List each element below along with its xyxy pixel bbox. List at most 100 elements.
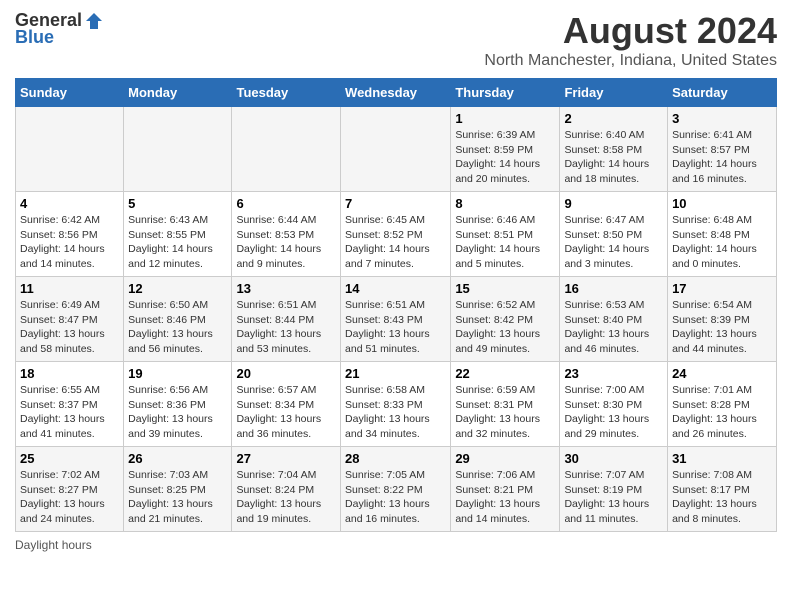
calendar-cell: [16, 107, 124, 192]
calendar-week-row: 11 Sunrise: 6:49 AM Sunset: 8:47 PM Dayli…: [16, 277, 777, 362]
day-number: 3: [672, 111, 772, 126]
cell-content: Sunrise: 7:01 AM Sunset: 8:28 PM Dayligh…: [672, 383, 772, 442]
calendar-cell: 14 Sunrise: 6:51 AM Sunset: 8:43 PM Dayli…: [341, 277, 451, 362]
subtitle: North Manchester, Indiana, United States: [484, 52, 777, 70]
footer-note: Daylight hours: [15, 538, 777, 552]
day-number: 12: [128, 281, 227, 296]
calendar-cell: 23 Sunrise: 7:00 AM Sunset: 8:30 PM Dayli…: [560, 362, 668, 447]
day-number: 21: [345, 366, 446, 381]
calendar-header: SundayMondayTuesdayWednesdayThursdayFrid…: [16, 79, 777, 107]
cell-content: Sunrise: 6:40 AM Sunset: 8:58 PM Dayligh…: [564, 128, 663, 187]
cell-content: Sunrise: 6:51 AM Sunset: 8:43 PM Dayligh…: [345, 298, 446, 357]
day-number: 10: [672, 196, 772, 211]
cell-content: Sunrise: 6:45 AM Sunset: 8:52 PM Dayligh…: [345, 213, 446, 272]
calendar-cell: 11 Sunrise: 6:49 AM Sunset: 8:47 PM Dayli…: [16, 277, 124, 362]
day-number: 4: [20, 196, 119, 211]
calendar-cell: 6 Sunrise: 6:44 AM Sunset: 8:53 PM Daylig…: [232, 192, 341, 277]
calendar-week-row: 25 Sunrise: 7:02 AM Sunset: 8:27 PM Dayli…: [16, 447, 777, 532]
day-number: 11: [20, 281, 119, 296]
calendar-cell: 2 Sunrise: 6:40 AM Sunset: 8:58 PM Daylig…: [560, 107, 668, 192]
cell-content: Sunrise: 6:54 AM Sunset: 8:39 PM Dayligh…: [672, 298, 772, 357]
day-number: 5: [128, 196, 227, 211]
logo-icon: [84, 11, 104, 31]
calendar-cell: 5Sunrise: 6:43 AM Sunset: 8:55 PM Daylig…: [124, 192, 232, 277]
day-number: 18: [20, 366, 119, 381]
cell-content: Sunrise: 7:07 AM Sunset: 8:19 PM Dayligh…: [564, 468, 663, 527]
day-number: 22: [455, 366, 555, 381]
calendar-cell: 28 Sunrise: 7:05 AM Sunset: 8:22 PM Dayli…: [341, 447, 451, 532]
cell-content: Sunrise: 6:53 AM Sunset: 8:40 PM Dayligh…: [564, 298, 663, 357]
cell-content: Sunrise: 6:42 AM Sunset: 8:56 PM Dayligh…: [20, 213, 119, 272]
day-number: 27: [236, 451, 336, 466]
calendar-cell: 18 Sunrise: 6:55 AM Sunset: 8:37 PM Dayli…: [16, 362, 124, 447]
calendar-table: SundayMondayTuesdayWednesdayThursdayFrid…: [15, 78, 777, 532]
calendar-cell: 13Sunrise: 6:51 AM Sunset: 8:44 PM Dayli…: [232, 277, 341, 362]
day-header-monday: Monday: [124, 79, 232, 107]
cell-content: Sunrise: 6:47 AM Sunset: 8:50 PM Dayligh…: [564, 213, 663, 272]
title-area: August 2024 North Manchester, Indiana, U…: [484, 10, 777, 70]
day-number: 2: [564, 111, 663, 126]
calendar-cell: 31 Sunrise: 7:08 AM Sunset: 8:17 PM Dayli…: [668, 447, 777, 532]
calendar-cell: 10Sunrise: 6:48 AM Sunset: 8:48 PM Dayli…: [668, 192, 777, 277]
calendar-cell: 26Sunrise: 7:03 AM Sunset: 8:25 PM Dayli…: [124, 447, 232, 532]
calendar-week-row: 4 Sunrise: 6:42 AM Sunset: 8:56 PM Daylig…: [16, 192, 777, 277]
cell-content: Sunrise: 7:06 AM Sunset: 8:21 PM Dayligh…: [455, 468, 555, 527]
calendar-cell: 1Sunrise: 6:39 AM Sunset: 8:59 PM Daylig…: [451, 107, 560, 192]
cell-content: Sunrise: 7:00 AM Sunset: 8:30 PM Dayligh…: [564, 383, 663, 442]
day-number: 23: [564, 366, 663, 381]
cell-content: Sunrise: 6:59 AM Sunset: 8:31 PM Dayligh…: [455, 383, 555, 442]
cell-content: Sunrise: 6:39 AM Sunset: 8:59 PM Dayligh…: [455, 128, 555, 187]
calendar-cell: 15Sunrise: 6:52 AM Sunset: 8:42 PM Dayli…: [451, 277, 560, 362]
cell-content: Sunrise: 6:56 AM Sunset: 8:36 PM Dayligh…: [128, 383, 227, 442]
day-number: 6: [236, 196, 336, 211]
calendar-week-row: 18 Sunrise: 6:55 AM Sunset: 8:37 PM Dayli…: [16, 362, 777, 447]
day-number: 20: [236, 366, 336, 381]
calendar-body: 1Sunrise: 6:39 AM Sunset: 8:59 PM Daylig…: [16, 107, 777, 532]
calendar-cell: 4 Sunrise: 6:42 AM Sunset: 8:56 PM Daylig…: [16, 192, 124, 277]
calendar-cell: 22 Sunrise: 6:59 AM Sunset: 8:31 PM Dayli…: [451, 362, 560, 447]
calendar-cell: [341, 107, 451, 192]
logo: General Blue: [15, 10, 104, 48]
day-number: 28: [345, 451, 446, 466]
calendar-week-row: 1Sunrise: 6:39 AM Sunset: 8:59 PM Daylig…: [16, 107, 777, 192]
cell-content: Sunrise: 7:04 AM Sunset: 8:24 PM Dayligh…: [236, 468, 336, 527]
day-number: 24: [672, 366, 772, 381]
day-header-wednesday: Wednesday: [341, 79, 451, 107]
calendar-cell: 20 Sunrise: 6:57 AM Sunset: 8:34 PM Dayli…: [232, 362, 341, 447]
cell-content: Sunrise: 6:50 AM Sunset: 8:46 PM Dayligh…: [128, 298, 227, 357]
day-number: 29: [455, 451, 555, 466]
cell-content: Sunrise: 7:03 AM Sunset: 8:25 PM Dayligh…: [128, 468, 227, 527]
day-number: 31: [672, 451, 772, 466]
calendar-cell: 30Sunrise: 7:07 AM Sunset: 8:19 PM Dayli…: [560, 447, 668, 532]
daylight-hours-label: Daylight hours: [15, 538, 92, 552]
day-header-sunday: Sunday: [16, 79, 124, 107]
header: General Blue August 2024 North Mancheste…: [15, 10, 777, 70]
day-number: 8: [455, 196, 555, 211]
day-header-tuesday: Tuesday: [232, 79, 341, 107]
calendar-cell: 19Sunrise: 6:56 AM Sunset: 8:36 PM Dayli…: [124, 362, 232, 447]
day-number: 9: [564, 196, 663, 211]
calendar-cell: 8Sunrise: 6:46 AM Sunset: 8:51 PM Daylig…: [451, 192, 560, 277]
logo-blue-text: Blue: [15, 27, 54, 48]
day-number: 25: [20, 451, 119, 466]
calendar-cell: 27 Sunrise: 7:04 AM Sunset: 8:24 PM Dayli…: [232, 447, 341, 532]
day-number: 14: [345, 281, 446, 296]
cell-content: Sunrise: 6:41 AM Sunset: 8:57 PM Dayligh…: [672, 128, 772, 187]
day-number: 15: [455, 281, 555, 296]
cell-content: Sunrise: 6:55 AM Sunset: 8:37 PM Dayligh…: [20, 383, 119, 442]
cell-content: Sunrise: 7:02 AM Sunset: 8:27 PM Dayligh…: [20, 468, 119, 527]
cell-content: Sunrise: 7:05 AM Sunset: 8:22 PM Dayligh…: [345, 468, 446, 527]
day-header-thursday: Thursday: [451, 79, 560, 107]
calendar-cell: [124, 107, 232, 192]
cell-content: Sunrise: 6:57 AM Sunset: 8:34 PM Dayligh…: [236, 383, 336, 442]
cell-content: Sunrise: 6:49 AM Sunset: 8:47 PM Dayligh…: [20, 298, 119, 357]
day-header-saturday: Saturday: [668, 79, 777, 107]
calendar-cell: 12 Sunrise: 6:50 AM Sunset: 8:46 PM Dayli…: [124, 277, 232, 362]
days-header-row: SundayMondayTuesdayWednesdayThursdayFrid…: [16, 79, 777, 107]
calendar-cell: 16Sunrise: 6:53 AM Sunset: 8:40 PM Dayli…: [560, 277, 668, 362]
calendar-cell: 9 Sunrise: 6:47 AM Sunset: 8:50 PM Daylig…: [560, 192, 668, 277]
cell-content: Sunrise: 6:44 AM Sunset: 8:53 PM Dayligh…: [236, 213, 336, 272]
calendar-cell: 7Sunrise: 6:45 AM Sunset: 8:52 PM Daylig…: [341, 192, 451, 277]
calendar-cell: 29 Sunrise: 7:06 AM Sunset: 8:21 PM Dayli…: [451, 447, 560, 532]
cell-content: Sunrise: 7:08 AM Sunset: 8:17 PM Dayligh…: [672, 468, 772, 527]
